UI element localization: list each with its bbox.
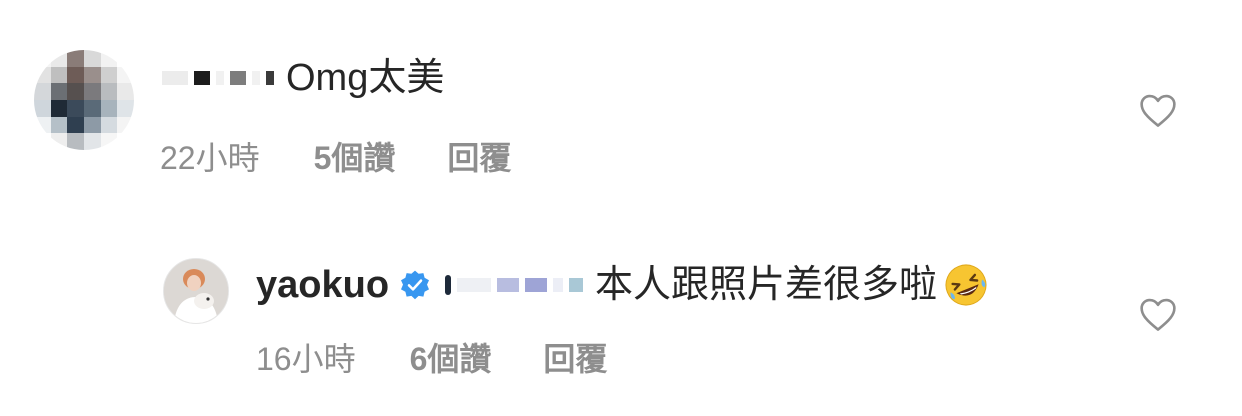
- verified-badge-icon: [399, 269, 431, 301]
- comment-text-line: yaokuo 本人跟照片差很多啦: [256, 262, 989, 308]
- comment-item: Omg太美 22小時 5個讚 回覆: [0, 0, 1242, 200]
- comment-text-line: Omg太美: [162, 56, 444, 100]
- comment-meta: 22小時 5個讚 回覆: [160, 133, 511, 179]
- comment-item: yaokuo 本人跟照片差很多啦 16小時 6個讚 回覆: [0, 200, 1242, 416]
- avatar[interactable]: [163, 258, 229, 324]
- avatar[interactable]: [34, 50, 134, 150]
- comment-meta: 16小時 6個讚 回覆: [256, 334, 607, 380]
- redacted-username[interactable]: [162, 71, 280, 85]
- heart-icon[interactable]: [1138, 92, 1178, 128]
- reply-button[interactable]: 回覆: [543, 334, 607, 380]
- comment-time[interactable]: 16小時: [256, 334, 356, 380]
- heart-icon[interactable]: [1138, 296, 1178, 332]
- username[interactable]: yaokuo: [256, 263, 389, 307]
- likes-count[interactable]: 6個讚: [410, 334, 492, 380]
- comment-text: 本人跟照片差很多啦: [595, 264, 938, 306]
- comment-text: Omg太美: [286, 57, 445, 99]
- reply-button[interactable]: 回覆: [447, 133, 511, 179]
- redacted-mention[interactable]: [445, 275, 589, 295]
- rolling-on-floor-laughing-emoji: [943, 262, 989, 308]
- likes-count[interactable]: 5個讚: [314, 133, 396, 179]
- comment-time[interactable]: 22小時: [160, 133, 260, 179]
